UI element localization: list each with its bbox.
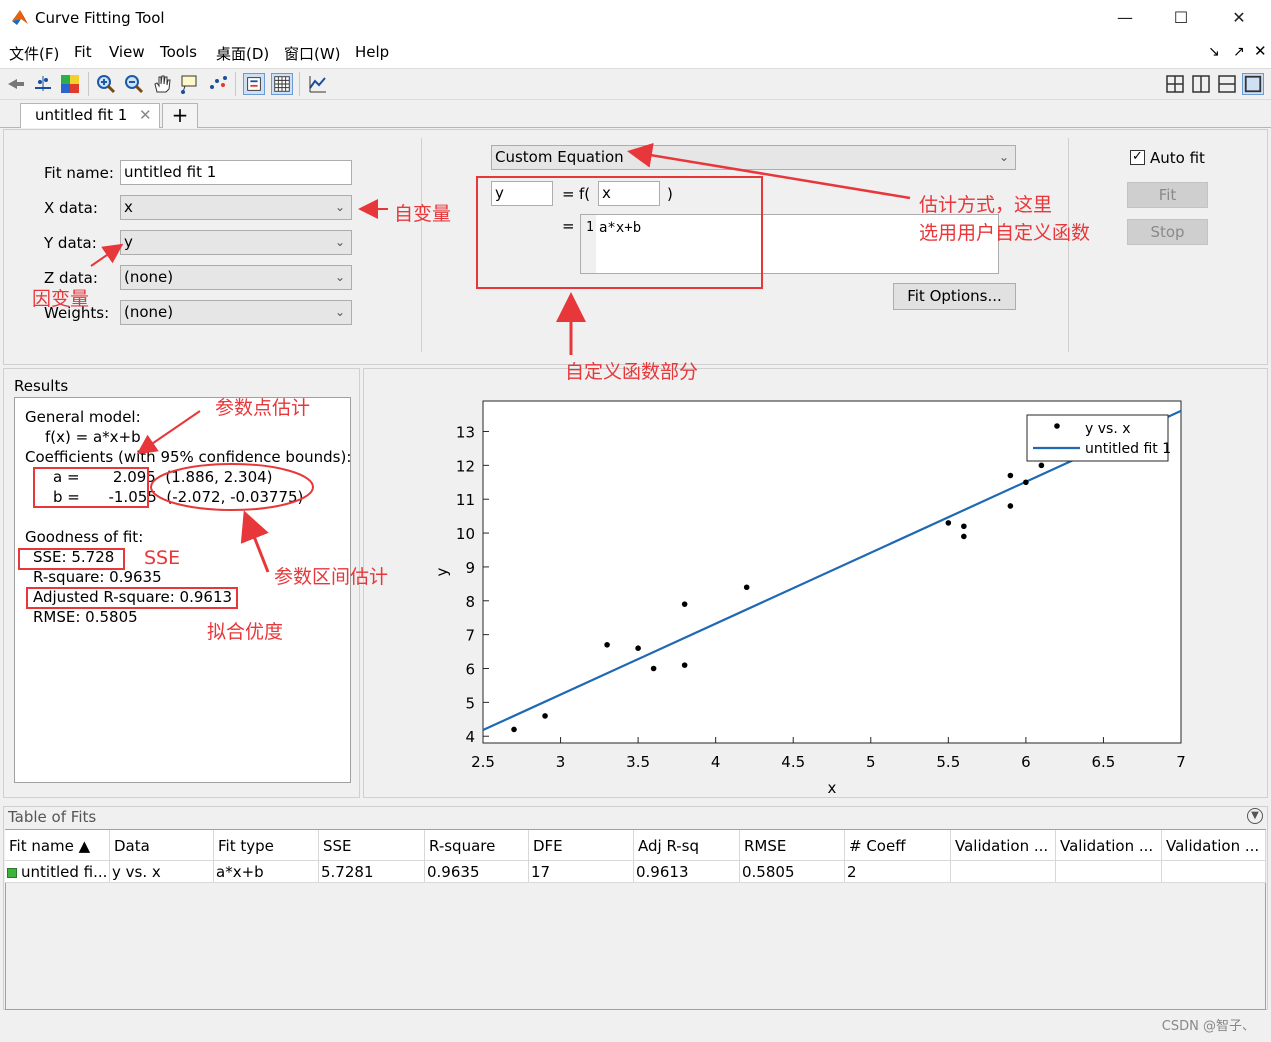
annotation-point-estimate: 参数点估计 [215,397,311,419]
annotation-independent-var: 自变量 [394,203,452,225]
annotation-estimation-2: 选用用户自定义函数 [919,222,1091,244]
point-estimate-highlight [33,467,149,508]
annotation-goodness: 拟合优度 [207,621,284,643]
annotation-dependent-var: 因变量 [32,288,90,310]
annotation-sse: SSE [144,547,181,569]
custom-function-highlight [476,176,763,289]
watermark: CSDN @智子、 [1161,1019,1255,1034]
annotation-interval-estimate: 参数区间估计 [274,566,389,588]
annotation-layer [90,142,911,573]
annotation-custom-function: 自定义函数部分 [565,361,699,383]
adj-rsquare-highlight [26,587,238,609]
sse-highlight [18,548,125,570]
annotation-estimation-1: 估计方式，这里 [919,194,1053,216]
